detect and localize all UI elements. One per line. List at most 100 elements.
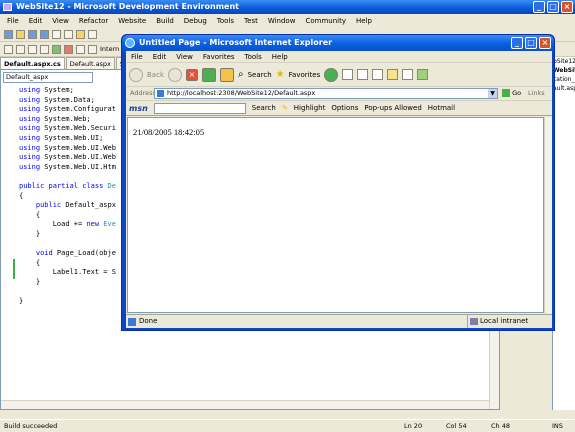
code-line: using System;: [19, 86, 74, 94]
save-icon[interactable]: [28, 29, 37, 39]
build-status: Build succeeded: [4, 422, 58, 430]
go-button[interactable]: Go: [502, 89, 521, 97]
web-page-content[interactable]: 21/08/2005 18:42:05: [127, 117, 544, 313]
address-input[interactable]: http://localhost:2308/WebSite12/Default.…: [154, 88, 498, 99]
document-tabs: Default.aspx.cs Default.aspx Start: [0, 57, 140, 69]
ie-client-area: File Edit View Favorites Tools Help Back…: [126, 51, 552, 328]
menu-website[interactable]: Website: [113, 17, 151, 25]
msn-popups-button[interactable]: Pop-ups Allowed: [364, 104, 421, 112]
chevron-down-icon[interactable]: ▼: [488, 89, 497, 98]
security-zone: Local intranet: [467, 315, 552, 328]
undo-icon[interactable]: [88, 29, 97, 39]
back-arrow-icon[interactable]: [129, 67, 143, 82]
ie-menu-view[interactable]: View: [171, 53, 198, 61]
ie-menu-favorites[interactable]: Favorites: [198, 53, 240, 61]
vs-app-icon: [3, 3, 12, 11]
menu-community[interactable]: Community: [300, 17, 351, 25]
menu-build[interactable]: Build: [151, 17, 179, 25]
search-icon[interactable]: ⌕: [238, 69, 244, 80]
research-icon[interactable]: [402, 69, 414, 80]
close-icon[interactable]: ×: [561, 1, 573, 13]
menu-tools[interactable]: Tools: [212, 17, 239, 25]
toolbar-icon-7[interactable]: [76, 44, 85, 54]
messenger-icon[interactable]: [417, 69, 429, 80]
solution-item[interactable]: cation_: [553, 75, 575, 84]
menu-window[interactable]: Window: [263, 17, 301, 25]
solution-item[interactable]: WebSite: [553, 66, 575, 75]
intranet-icon: [470, 318, 478, 325]
refresh-icon[interactable]: [202, 67, 216, 82]
edit-icon[interactable]: [372, 69, 384, 80]
insert-mode: INS: [552, 422, 563, 430]
tab-default-aspx-cs[interactable]: Default.aspx.cs: [0, 57, 65, 69]
msn-search-button[interactable]: Search: [252, 104, 276, 112]
discuss-icon[interactable]: [387, 69, 399, 80]
menu-file[interactable]: File: [2, 17, 24, 25]
toolbar-icon-6[interactable]: [64, 44, 73, 54]
toolbar-dropdown-fragment[interactable]: Intern: [100, 45, 119, 53]
page-datetime-label: 21/08/2005 18:42:05: [133, 127, 205, 137]
code-line: using System.Web.UI.Web: [19, 143, 116, 152]
msn-highlight-button[interactable]: Highlight: [294, 104, 326, 112]
menu-debug[interactable]: Debug: [179, 17, 212, 25]
menu-refactor[interactable]: Refactor: [74, 17, 113, 25]
mail-icon[interactable]: [342, 69, 354, 80]
ie-menu-tools[interactable]: Tools: [240, 53, 267, 61]
ie-title-bar: Untitled Page - Microsoft Internet Explo…: [122, 35, 554, 51]
code-line: using System.Configurat: [19, 105, 116, 114]
toolbar-icon-1[interactable]: [4, 44, 13, 54]
vs-menu-bar: File Edit View Refactor Website Build De…: [0, 14, 575, 27]
menu-view[interactable]: View: [47, 17, 74, 25]
ie-menu-bar: File Edit View Favorites Tools Help: [126, 51, 552, 63]
links-button[interactable]: Links: [528, 89, 545, 97]
solution-item[interactable]: ault.asp: [553, 84, 575, 93]
ie-close-icon[interactable]: ×: [539, 37, 551, 49]
toolbar-icon-3[interactable]: [28, 44, 37, 54]
cut-icon[interactable]: [52, 29, 61, 39]
solution-explorer-panel: bSite12 WebSite cation_ ault.asp: [552, 57, 575, 410]
solution-item[interactable]: bSite12: [553, 57, 575, 66]
code-line: using System.Web.UI.Web: [19, 153, 116, 162]
ie-menu-edit[interactable]: Edit: [148, 53, 172, 61]
menu-edit[interactable]: Edit: [24, 17, 48, 25]
editor-horizontal-scrollbar[interactable]: [1, 400, 489, 409]
save-all-icon[interactable]: [40, 29, 49, 39]
ie-menu-help[interactable]: Help: [267, 53, 293, 61]
code-text[interactable]: using System; using System.Data; using S…: [19, 86, 116, 307]
tab-default-aspx[interactable]: Default.aspx: [65, 57, 115, 69]
open-file-icon[interactable]: [16, 29, 25, 39]
toolbar-icon-2[interactable]: [16, 44, 25, 54]
label-assignment-line: Label1.Text = S: [52, 268, 116, 277]
maximize-icon[interactable]: □: [547, 1, 559, 13]
ie-menu-file[interactable]: File: [126, 53, 148, 61]
msn-logo[interactable]: msn: [129, 104, 148, 113]
home-icon[interactable]: [220, 67, 234, 82]
favorites-star-icon[interactable]: ★: [276, 69, 285, 80]
class-dropdown[interactable]: Default_aspx: [3, 72, 93, 83]
msn-search-input[interactable]: [153, 102, 246, 114]
menu-test[interactable]: Test: [239, 17, 263, 25]
char-number: Ch 48: [491, 422, 510, 430]
back-button-label[interactable]: Back: [147, 71, 164, 79]
ie-vertical-scrollbar[interactable]: [544, 117, 552, 313]
toolbar-icon-5[interactable]: [52, 44, 61, 54]
ie-window: Untitled Page - Microsoft Internet Explo…: [121, 34, 555, 331]
print-icon[interactable]: [357, 69, 369, 80]
menu-help[interactable]: Help: [351, 17, 377, 25]
new-project-icon[interactable]: [4, 29, 13, 39]
stop-icon[interactable]: ×: [186, 68, 198, 81]
code-line: using System.Web.Securi: [19, 124, 116, 133]
msn-hotmail-button[interactable]: Hotmail: [428, 104, 455, 112]
ie-minimize-icon[interactable]: _: [511, 37, 523, 49]
forward-arrow-icon[interactable]: [168, 67, 182, 82]
minimize-icon[interactable]: _: [533, 1, 545, 13]
history-icon[interactable]: [324, 67, 339, 82]
search-button-label[interactable]: Search: [248, 71, 272, 79]
paste-icon[interactable]: [76, 29, 85, 39]
copy-icon[interactable]: [64, 29, 73, 39]
favorites-button-label[interactable]: Favorites: [289, 71, 321, 79]
toolbar-icon-8[interactable]: [88, 44, 97, 54]
msn-options-button[interactable]: Options: [331, 104, 358, 112]
ie-maximize-icon[interactable]: □: [525, 37, 537, 49]
toolbar-icon-4[interactable]: [40, 44, 49, 54]
